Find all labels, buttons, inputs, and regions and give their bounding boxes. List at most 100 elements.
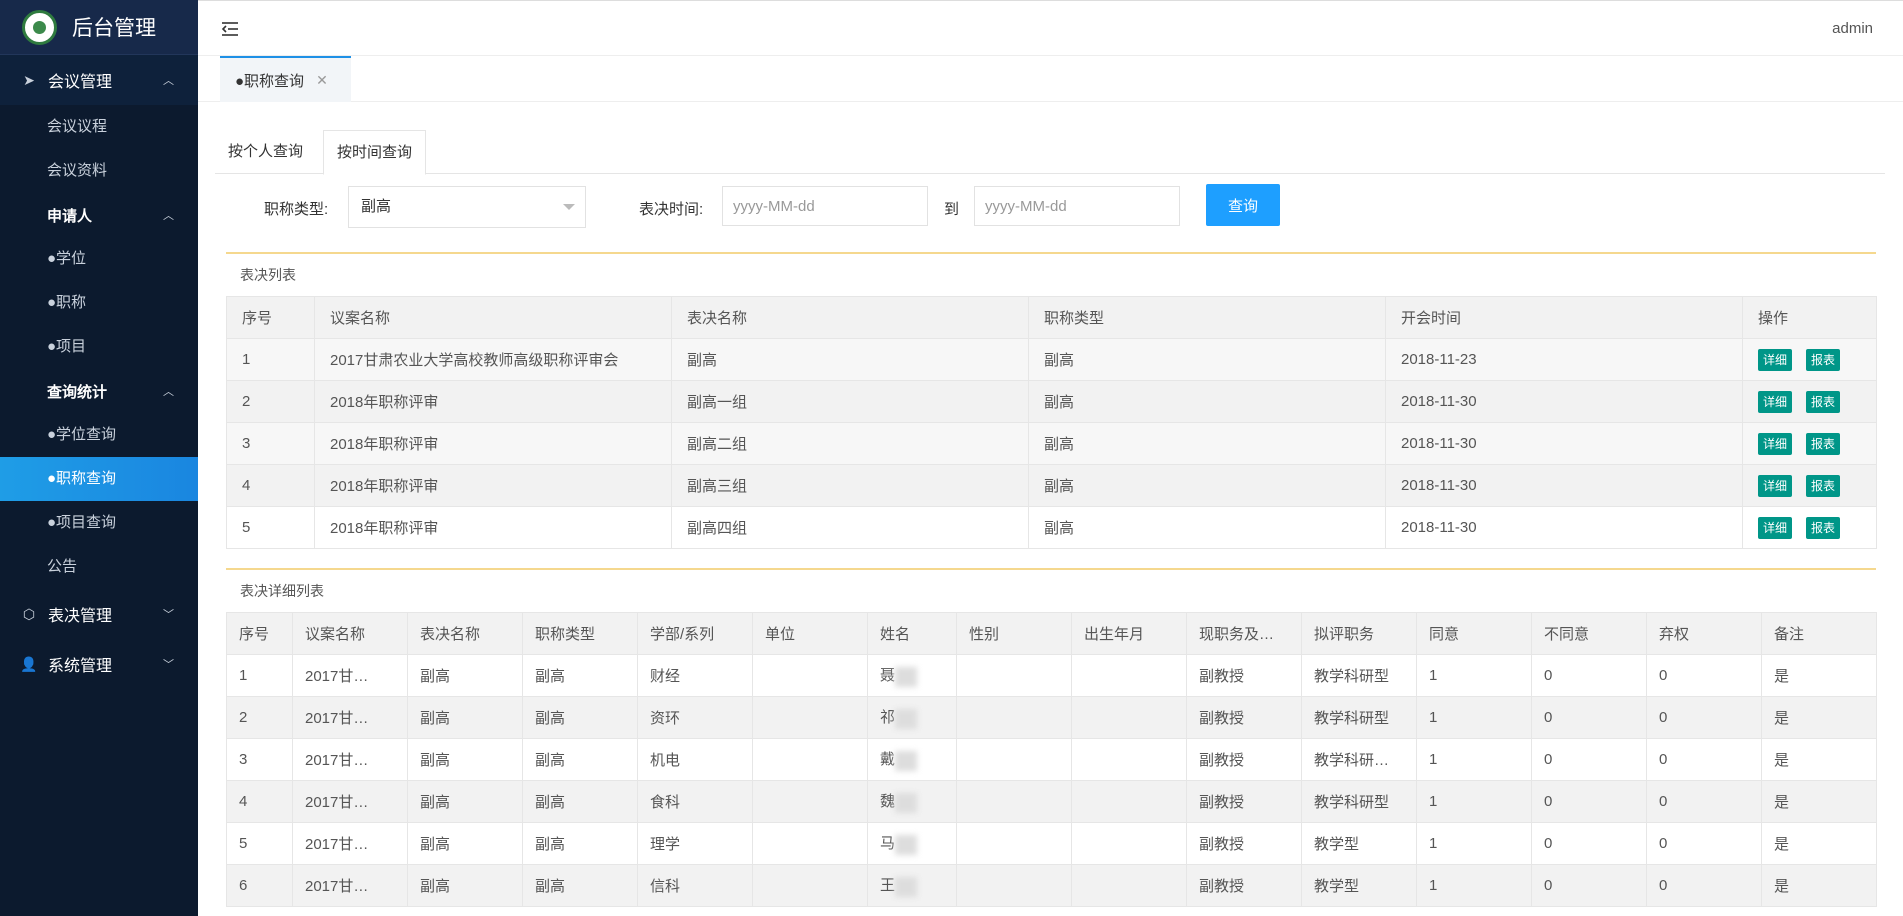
table-cell: 1 bbox=[226, 654, 293, 697]
table-cell: 副高 bbox=[522, 738, 638, 781]
table-cell: 3 bbox=[226, 422, 315, 465]
menu-label: 表决管理 bbox=[48, 608, 113, 625]
table-row: 4 2018年职称评审 副高三组 副高 2018-11-30 详细 报表 bbox=[226, 464, 1877, 507]
report-button[interactable]: 报表 bbox=[1806, 348, 1841, 371]
table-cell: 1 bbox=[1416, 738, 1532, 781]
end-date-input[interactable] bbox=[974, 186, 1180, 226]
menu-vote-management[interactable]: ⬡ 表决管理 ﹀ bbox=[0, 589, 198, 639]
table-cell: 副教授 bbox=[1186, 780, 1302, 823]
column-header: 拟评职务 bbox=[1301, 612, 1417, 655]
table-cell: 0 bbox=[1531, 654, 1647, 697]
table-cell: 副教授 bbox=[1186, 654, 1302, 697]
user-name[interactable]: admin bbox=[1832, 20, 1873, 37]
table-cell: 0 bbox=[1646, 696, 1762, 739]
report-button[interactable]: 报表 bbox=[1806, 390, 1841, 413]
menu-system-management[interactable]: 👤 系统管理 ﹀ bbox=[0, 639, 198, 689]
column-header: 议案名称 bbox=[314, 296, 672, 339]
table-cell bbox=[956, 696, 1072, 739]
table-cell: 副高 bbox=[407, 780, 523, 823]
column-header: 操作 bbox=[1742, 296, 1877, 339]
column-header: 现职务及… bbox=[1186, 612, 1302, 655]
table-cell: 理学 bbox=[637, 822, 753, 865]
submenu-query-stats[interactable]: 查询统计 ︿ bbox=[0, 369, 198, 413]
vote-time-label: 表决时间: bbox=[639, 201, 704, 218]
top-header: admin bbox=[198, 0, 1903, 56]
chevron-down-icon: ﹀ bbox=[163, 609, 174, 621]
detail-button[interactable]: 详细 bbox=[1758, 516, 1793, 539]
detail-list-panel: 表决详细列表 序号 议案名称 表决名称 职称类型 学部/系列 单位 姓名 性别 出生年月 现职务及… bbox=[226, 568, 1877, 907]
table-cell: 2017甘… bbox=[292, 822, 408, 865]
table-cell bbox=[752, 696, 868, 739]
table-cell: 2017甘… bbox=[292, 780, 408, 823]
menu-label: 会议管理 bbox=[48, 74, 113, 91]
submenu-applicant[interactable]: 申请人 ︿ bbox=[0, 193, 198, 237]
detail-button[interactable]: 详细 bbox=[1758, 432, 1793, 455]
title-type-select[interactable]: 副高 bbox=[348, 186, 586, 228]
cube-icon: ⬡ bbox=[22, 605, 36, 622]
table-cell: 是 bbox=[1761, 738, 1877, 781]
tab-query-by-time[interactable]: 按时间查询 bbox=[323, 130, 427, 175]
detail-button[interactable]: 详细 bbox=[1758, 474, 1793, 497]
table-cell: 机电 bbox=[637, 738, 753, 781]
vote-list-panel: 表决列表 序号 议案名称 表决名称 职称类型 开会时间 操作 1 2017甘肃农业… bbox=[226, 252, 1877, 549]
sidebar-item-project-query[interactable]: ●项目查询 bbox=[0, 501, 198, 545]
query-button[interactable]: 查询 bbox=[1206, 184, 1280, 226]
sidebar-item-title[interactable]: ●职称 bbox=[0, 281, 198, 325]
table-cell: 0 bbox=[1646, 738, 1762, 781]
detail-button[interactable]: 详细 bbox=[1758, 390, 1793, 413]
table-cell: 0 bbox=[1531, 864, 1647, 907]
menu-meeting-management[interactable]: ➤ 会议管理 ︿ bbox=[0, 55, 198, 105]
report-button[interactable]: 报表 bbox=[1806, 474, 1841, 497]
table-cell: 资环 bbox=[637, 696, 753, 739]
tab-query-by-person[interactable]: 按个人查询 bbox=[215, 130, 316, 174]
table-cell: 1 bbox=[1416, 864, 1532, 907]
actions-cell: 详细 报表 bbox=[1742, 422, 1877, 465]
table-row: 3 2017甘… 副高 副高 机电戴副教授 教学科研… 1 0 0 是 bbox=[226, 738, 1877, 781]
table-cell: 副高 bbox=[407, 864, 523, 907]
sidebar-item-meeting-materials[interactable]: 会议资料 bbox=[0, 149, 198, 193]
table-cell: 副高 bbox=[1028, 422, 1386, 465]
column-header: 表决名称 bbox=[407, 612, 523, 655]
actions-cell: 详细 报表 bbox=[1742, 506, 1877, 549]
main-content: 按个人查询 按时间查询 职称类型: 副高 表决时间: 到 查询 表决列表 序号 … bbox=[198, 102, 1903, 916]
report-button[interactable]: 报表 bbox=[1806, 432, 1841, 455]
sidebar-item-degree-query[interactable]: ●学位查询 bbox=[0, 413, 198, 457]
table-cell bbox=[956, 780, 1072, 823]
tab-title-query[interactable]: ●职称查询 ✕ bbox=[220, 56, 351, 102]
menu-fold-icon[interactable] bbox=[220, 19, 240, 39]
table-cell: 食科 bbox=[637, 780, 753, 823]
table-cell: 2018年职称评审 bbox=[314, 380, 672, 423]
detail-list-title: 表决详细列表 bbox=[240, 583, 324, 599]
table-cell: 4 bbox=[226, 464, 315, 507]
sidebar-item-degree[interactable]: ●学位 bbox=[0, 237, 198, 281]
sidebar-item-project[interactable]: ●项目 bbox=[0, 325, 198, 369]
close-icon[interactable]: ✕ bbox=[316, 72, 328, 89]
table-cell: 副高 bbox=[522, 654, 638, 697]
sidebar-item-title-query[interactable]: ●职称查询 bbox=[0, 457, 198, 501]
table-cell: 副高四组 bbox=[671, 506, 1029, 549]
start-date-input[interactable] bbox=[722, 186, 928, 226]
table-cell: 2018年职称评审 bbox=[314, 506, 672, 549]
name-cell: 马 bbox=[867, 822, 957, 865]
column-header: 不同意 bbox=[1531, 612, 1647, 655]
redacted-name-blur bbox=[895, 750, 918, 771]
table-row: 4 2017甘… 副高 副高 食科魏副教授 教学科研型 1 0 0 是 bbox=[226, 780, 1877, 823]
table-cell: 2018年职称评审 bbox=[314, 464, 672, 507]
column-header: 单位 bbox=[752, 612, 868, 655]
sidebar-item-notice[interactable]: 公告 bbox=[0, 545, 198, 589]
table-cell: 2018-11-30 bbox=[1385, 422, 1743, 465]
column-header: 议案名称 bbox=[292, 612, 408, 655]
table-cell: 副高 bbox=[407, 738, 523, 781]
query-form: 职称类型: 副高 表决时间: 到 查询 bbox=[198, 184, 1903, 228]
page-tab-bar: ●职称查询 ✕ bbox=[198, 56, 1903, 102]
sidebar-item-meeting-agenda[interactable]: 会议议程 bbox=[0, 105, 198, 149]
table-cell: 副高 bbox=[522, 822, 638, 865]
report-button[interactable]: 报表 bbox=[1806, 516, 1841, 539]
table-cell: 教学科研型 bbox=[1301, 780, 1417, 823]
name-cell: 聂 bbox=[867, 654, 957, 697]
detail-button[interactable]: 详细 bbox=[1758, 348, 1793, 371]
table-cell: 0 bbox=[1646, 864, 1762, 907]
table-cell: 0 bbox=[1531, 780, 1647, 823]
table-cell: 副高 bbox=[1028, 464, 1386, 507]
paper-plane-icon: ➤ bbox=[23, 71, 35, 88]
